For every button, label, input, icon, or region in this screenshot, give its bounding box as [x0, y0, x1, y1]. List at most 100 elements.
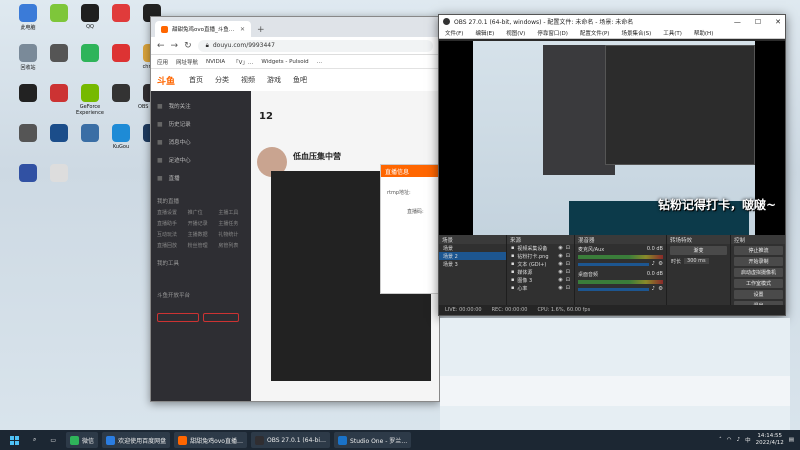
side-grid-item[interactable]: 互动玩法	[157, 231, 184, 238]
control-button[interactable]: 设置	[734, 290, 783, 299]
scene-item[interactable]: 场景 3	[439, 260, 506, 268]
source-item[interactable]: ▪ 文本 (GDI+) ◉ ⊡	[507, 260, 574, 268]
sidebar-item[interactable]: ■ 消息中心	[157, 133, 245, 151]
duration-value[interactable]: 300 ms	[684, 258, 709, 264]
sidebar-item[interactable]: ■ 足迹中心	[157, 151, 245, 169]
back-icon[interactable]: ←	[157, 41, 165, 51]
lock-icon[interactable]: ⊡	[566, 245, 570, 251]
sidebar-item[interactable]: ■ 直播	[157, 169, 245, 187]
obs-menu-item[interactable]: 停靠窗口(D)	[537, 29, 568, 37]
scene-item[interactable]: 场景 2	[439, 252, 506, 260]
new-tab-button[interactable]: +	[251, 25, 271, 37]
side-grid-item[interactable]: 房管列表	[218, 242, 245, 249]
mixer-fader[interactable]	[578, 287, 649, 291]
source-item[interactable]: ▪ 媒体源 ◉ ⊡	[507, 268, 574, 276]
side-grid-item[interactable]: 直播助手	[157, 220, 184, 227]
side-red-button-1[interactable]	[157, 313, 199, 322]
gear-icon[interactable]: ⚙	[658, 261, 663, 267]
taskbar-app[interactable]: OBS 27.0.1 (64-bi…	[250, 432, 331, 448]
side-red-button-2[interactable]	[203, 313, 239, 322]
taskbar-app[interactable]: 甜甜兔鸡ovo直播…	[174, 432, 247, 448]
maximize-icon[interactable]: ☐	[755, 18, 761, 26]
douyu-nav-item[interactable]: 鱼吧	[293, 75, 307, 85]
start-button[interactable]	[6, 432, 23, 448]
visibility-icon[interactable]: ◉	[558, 245, 562, 251]
desktop-icon-glyph	[81, 44, 99, 62]
side-grid-item[interactable]: 礼物统计	[218, 231, 245, 238]
douyu-logo[interactable]: 斗鱼	[157, 74, 175, 87]
gear-icon[interactable]: ⚙	[658, 286, 663, 292]
visibility-icon[interactable]: ◉	[558, 277, 562, 283]
reload-icon[interactable]: ↻	[184, 41, 192, 51]
visibility-icon[interactable]: ◉	[558, 269, 562, 275]
side-grid-item[interactable]: 推广位	[188, 209, 215, 216]
source-item[interactable]: ▪ 钻粉打卡.png ◉ ⊡	[507, 252, 574, 260]
volume-icon[interactable]: ♪	[652, 286, 656, 292]
taskbar-app[interactable]: 微信	[66, 432, 99, 448]
source-item[interactable]: ▪ 心率 ◉ ⊡	[507, 284, 574, 292]
obs-menu-item[interactable]: 场景集合(S)	[621, 29, 651, 37]
forward-icon[interactable]: →	[171, 41, 179, 51]
search-icon[interactable]: ⌕	[29, 432, 40, 448]
transition-select[interactable]: 渐变	[670, 246, 727, 255]
close-icon[interactable]: ✕	[775, 18, 781, 26]
address-bar[interactable]: 🔒︎ douyu.com/9993447	[197, 39, 433, 52]
sidebar-item[interactable]: ■ 历史记录	[157, 115, 245, 133]
tab-close-icon[interactable]: ✕	[240, 26, 245, 33]
douyu-nav-item[interactable]: 分类	[215, 75, 229, 85]
mixer-fader[interactable]	[578, 262, 649, 266]
lock-icon[interactable]: ⊡	[566, 253, 570, 259]
sidebar-item[interactable]: ■ 我的关注	[157, 97, 245, 115]
side-grid-item[interactable]: 主播数据	[188, 231, 215, 238]
side-grid-item[interactable]: 主播任务	[218, 220, 245, 227]
minimize-icon[interactable]: —	[734, 18, 741, 26]
bookmark-item[interactable]: Widgets - Pulsoid	[261, 59, 308, 65]
obs-menu-item[interactable]: 帮助(H)	[694, 29, 713, 37]
visibility-icon[interactable]: ◉	[558, 285, 562, 291]
bookmark-item[interactable]: 「V」…	[233, 58, 253, 66]
bookmark-item[interactable]: 应用	[157, 58, 168, 66]
douyu-nav-item[interactable]: 视频	[241, 75, 255, 85]
scene-item[interactable]: 场景	[439, 244, 506, 252]
volume-icon[interactable]: ♪	[737, 437, 741, 443]
lock-icon[interactable]: ⊡	[566, 261, 570, 267]
network-icon[interactable]: ◠	[727, 437, 732, 443]
bookmark-item[interactable]: NVIDIA	[206, 59, 225, 65]
obs-menu-item[interactable]: 视图(V)	[506, 29, 525, 37]
bookmark-item[interactable]: …	[317, 59, 323, 65]
volume-icon[interactable]: ♪	[652, 261, 656, 267]
control-button[interactable]: 启动虚拟摄像机	[734, 268, 783, 277]
control-button[interactable]: 停止推流	[734, 246, 783, 255]
notification-icon[interactable]: ▤	[789, 437, 794, 443]
visibility-icon[interactable]: ◉	[558, 261, 562, 267]
source-item[interactable]: ▪ 图像 3 ◉ ⊡	[507, 276, 574, 284]
obs-window[interactable]: OBS 27.0.1 (64-bit, windows) - 配置文件: 未命名…	[438, 14, 786, 316]
obs-menu-item[interactable]: 文件(F)	[445, 29, 463, 37]
bookmark-item[interactable]: 网址导航	[176, 58, 198, 66]
obs-menu-item[interactable]: 工具(T)	[663, 29, 682, 37]
source-item[interactable]: ▪ 视频采集设备 ◉ ⊡	[507, 244, 574, 252]
side-grid-item[interactable]: 粉丝管理	[188, 242, 215, 249]
taskbar-app[interactable]: Studio One - 罗兰…	[334, 432, 412, 448]
tray-chevron-icon[interactable]: ˄	[719, 437, 722, 443]
desktop-icon[interactable]	[37, 164, 81, 184]
ime-indicator[interactable]: 中	[745, 436, 751, 444]
task-view-icon[interactable]: ▭	[46, 432, 60, 448]
control-button[interactable]: 工作室模式	[734, 279, 783, 288]
clock[interactable]: 14:14:55 2022/4/12	[756, 433, 784, 447]
side-grid-item[interactable]: 直播设置	[157, 209, 184, 216]
side-grid-item[interactable]: 主播工具	[218, 209, 245, 216]
lock-icon[interactable]: ⊡	[566, 285, 570, 291]
visibility-icon[interactable]: ◉	[558, 253, 562, 259]
side-grid-item[interactable]: 开播记录	[188, 220, 215, 227]
control-button[interactable]: 开始录制	[734, 257, 783, 266]
douyu-nav-item[interactable]: 游戏	[267, 75, 281, 85]
taskbar-app[interactable]: 欢迎使用百度网盘	[102, 432, 171, 448]
obs-menu-item[interactable]: 编辑(E)	[475, 29, 494, 37]
browser-tab[interactable]: 甜甜兔鸡ovo直播_斗鱼… ✕	[155, 21, 251, 37]
lock-icon[interactable]: ⊡	[566, 269, 570, 275]
lock-icon[interactable]: ⊡	[566, 277, 570, 283]
douyu-nav-item[interactable]: 首页	[189, 75, 203, 85]
obs-menu-item[interactable]: 配置文件(P)	[580, 29, 610, 37]
side-grid-item[interactable]: 直播回放	[157, 242, 184, 249]
